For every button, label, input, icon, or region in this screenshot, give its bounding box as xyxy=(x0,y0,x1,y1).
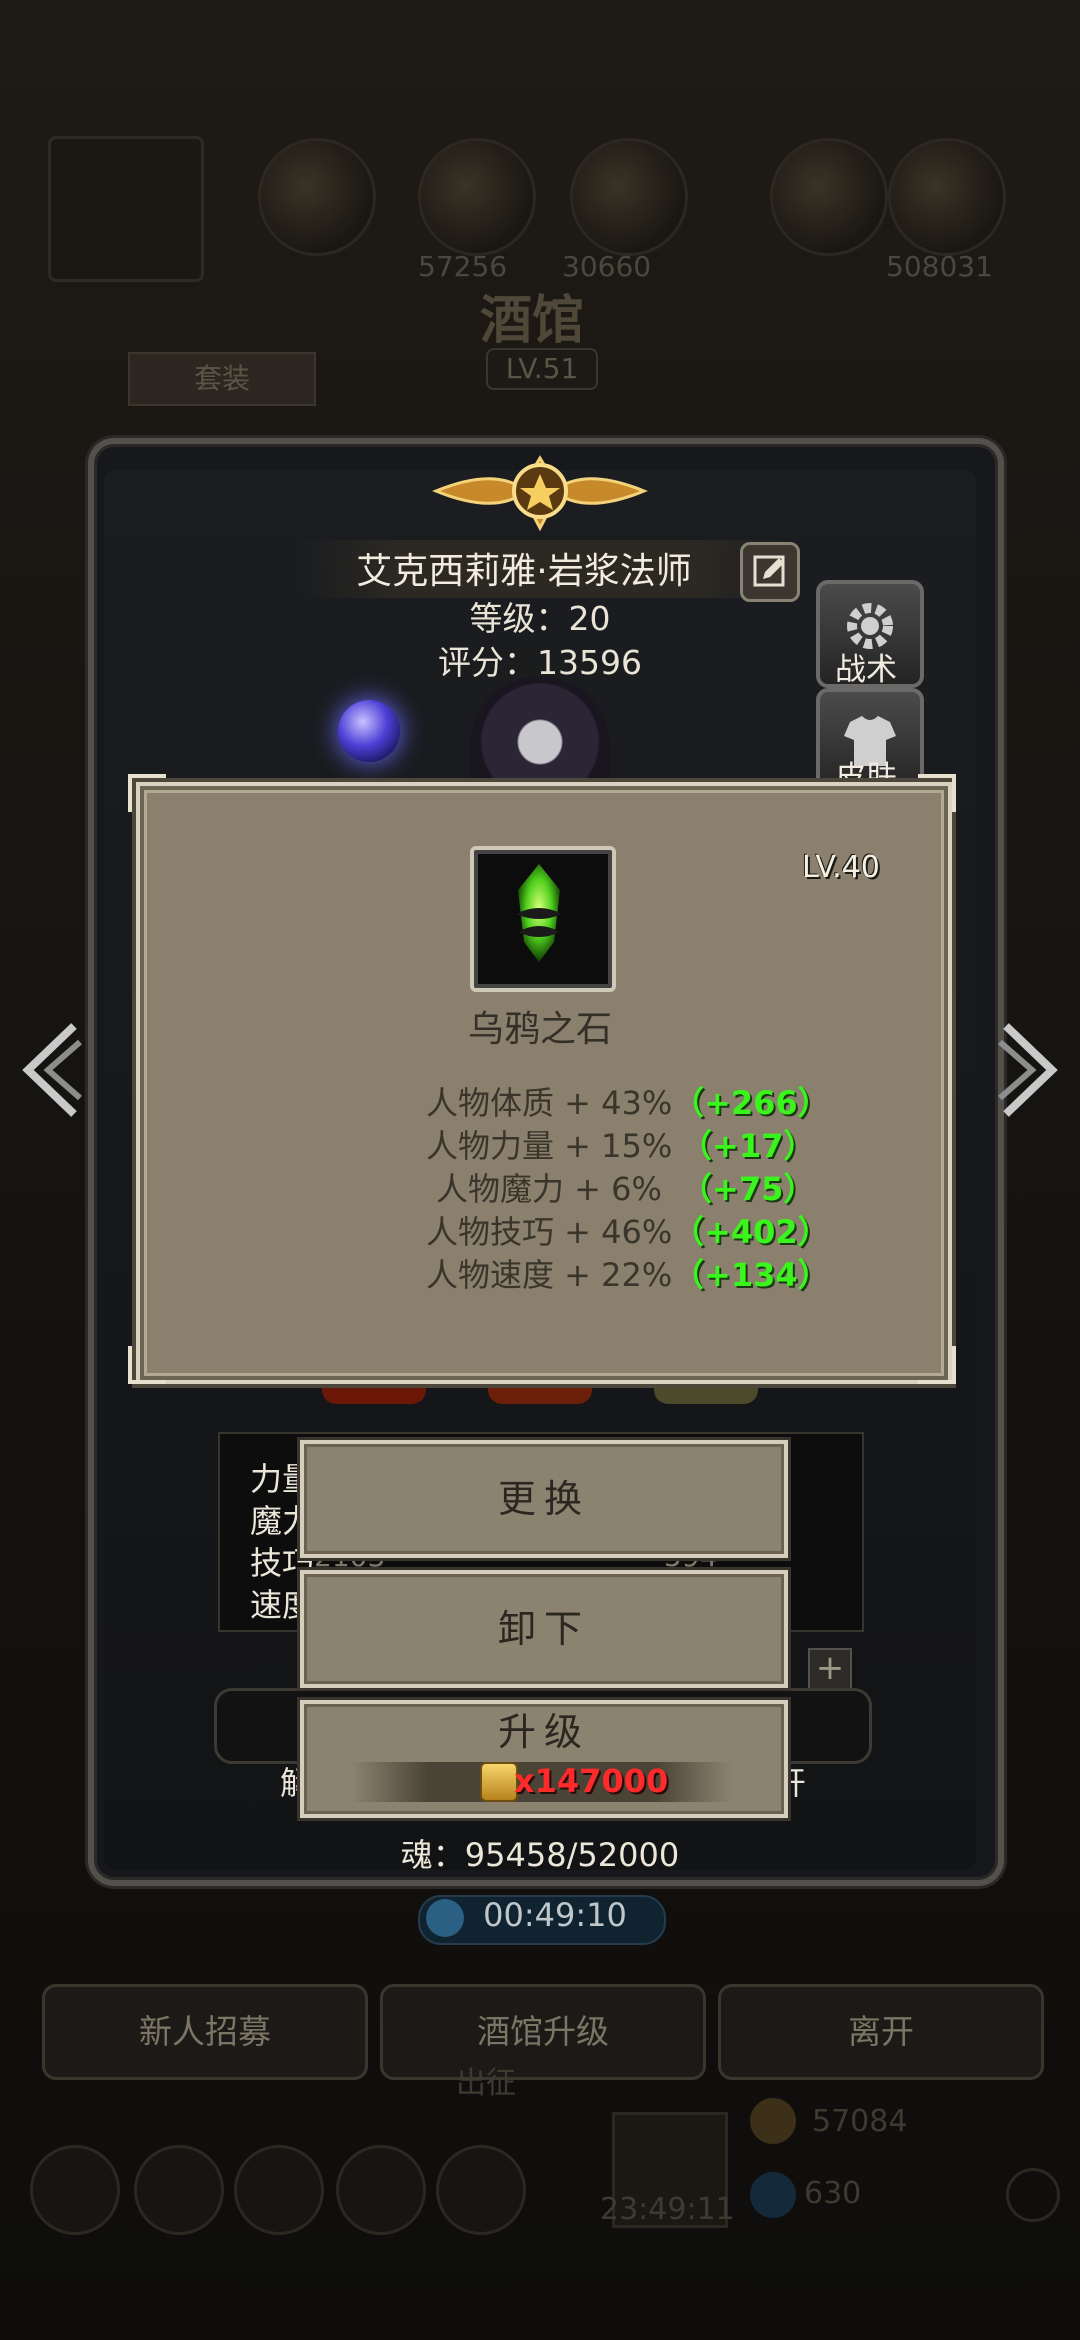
attr-skill: 人物技巧 + 46% xyxy=(426,1213,673,1251)
pencil-icon xyxy=(753,555,785,587)
attr-strength-bonus: （+17） xyxy=(680,1127,816,1165)
crow-stone-icon xyxy=(516,864,562,962)
tooltip-corner-tr xyxy=(918,774,956,812)
tavern-upgrade-button[interactable]: 酒馆升级 xyxy=(380,1984,706,2080)
tavern-level-badge: LV.51 xyxy=(486,348,598,390)
menu-icon-4[interactable] xyxy=(336,2145,426,2235)
gold-value: 57084 xyxy=(812,2104,908,2139)
set-button[interactable]: 套装 xyxy=(128,352,316,406)
add-icon[interactable] xyxy=(1006,2168,1060,2222)
attr-magic-bonus: （+75） xyxy=(680,1170,816,1208)
chest-timer: 23:49:11 xyxy=(600,2192,735,2227)
crest-emblem-icon xyxy=(432,455,648,532)
timer-text: 00:49:10 xyxy=(483,1896,627,1934)
upgrade-cost: x147000 xyxy=(514,1762,669,1800)
recruit-button[interactable]: 新人招募 xyxy=(42,1984,368,2080)
magic-orb-icon xyxy=(338,700,400,762)
item-icon-frame xyxy=(470,846,616,992)
tooltip-corner-tl xyxy=(128,774,166,812)
resource-icon-5 xyxy=(888,138,1006,256)
tooltip-corner-bl xyxy=(128,1346,166,1384)
attr-constitution: 人物体质 + 43% xyxy=(426,1084,673,1122)
add-stat-button[interactable]: + xyxy=(808,1648,852,1692)
resource-icon-2 xyxy=(418,138,536,256)
upgrade-label: 升级 xyxy=(497,1710,590,1754)
resource-icon-1 xyxy=(258,138,376,256)
leave-button[interactable]: 离开 xyxy=(718,1984,1044,2080)
gold-icon xyxy=(750,2098,796,2144)
tavern-title: 酒馆 xyxy=(480,290,585,351)
gold-coin-icon xyxy=(480,1762,518,1802)
hero-level: 等级：20 xyxy=(469,599,611,638)
item-name: 乌鸦之石 xyxy=(467,1009,612,1050)
resource-icon-3 xyxy=(570,138,688,256)
tooltip-corner-br xyxy=(918,1346,956,1384)
player-avatar[interactable] xyxy=(48,136,204,282)
soul-counter: 魂：95458/52000 xyxy=(400,1836,680,1874)
tactics-label: 战术 xyxy=(835,652,897,688)
expedition-label: 出征 xyxy=(456,2066,516,2101)
attr-speed: 人物速度 + 22% xyxy=(426,1256,673,1294)
skin-label: 皮肤 xyxy=(835,760,897,778)
resource-icon-4 xyxy=(770,138,888,256)
attr-speed-bonus: （+134） xyxy=(672,1256,830,1294)
menu-icon-2[interactable] xyxy=(134,2145,224,2235)
menu-icon-1[interactable] xyxy=(30,2145,120,2235)
gem-value: 630 xyxy=(804,2176,862,2211)
hero-name: 艾克西莉雅·岩浆法师 xyxy=(356,551,692,592)
gem-icon xyxy=(750,2172,796,2218)
next-arrow-icon[interactable] xyxy=(996,1020,1066,1120)
skin-button[interactable] xyxy=(816,688,924,796)
replace-button[interactable]: 更换 xyxy=(300,1440,788,1558)
menu-icon-3[interactable] xyxy=(234,2145,324,2235)
attr-magic: 人物魔力 + 6% xyxy=(436,1170,662,1208)
attr-strength: 人物力量 + 15% xyxy=(426,1127,673,1165)
attr-skill-bonus: （+402） xyxy=(672,1213,830,1251)
menu-icon-5[interactable] xyxy=(436,2145,526,2235)
unequip-button[interactable]: 卸下 xyxy=(300,1570,788,1688)
resource-value-3: 508031 xyxy=(886,250,993,283)
attr-constitution-bonus: （+266） xyxy=(672,1084,830,1122)
item-level: LV.40 xyxy=(802,850,880,885)
previous-arrow-icon[interactable] xyxy=(14,1020,84,1120)
